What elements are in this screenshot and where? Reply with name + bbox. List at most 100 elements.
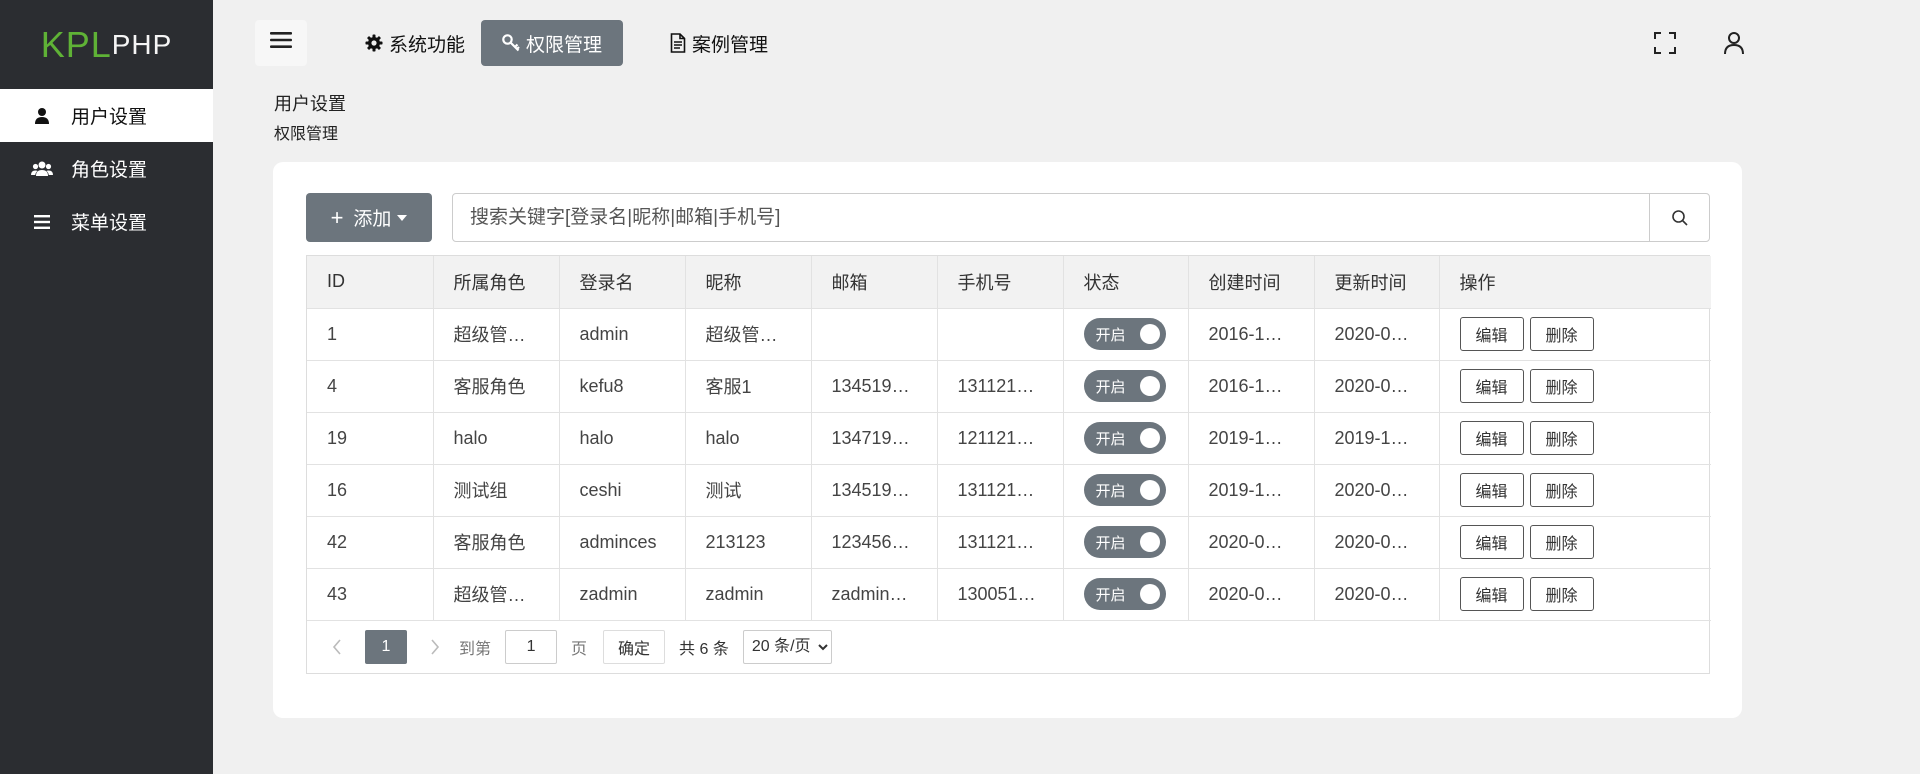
table-row: 4 客服角色 kefu8 客服1 134519… 131121… 开启 2016-1… 2020… <box>307 360 1711 413</box>
status-toggle-label: 开启 <box>1095 430 1126 448</box>
search-input[interactable] <box>453 194 1649 241</box>
sidebar-item-label: 用户设置 <box>71 107 148 128</box>
edit-button[interactable]: 编辑 <box>1459 525 1524 559</box>
main-card: + 添加 ID 所属角色 登录名 昵称 邮箱 手机号 <box>273 162 1742 718</box>
cell-phone: 131121… <box>937 516 1064 569</box>
table-row: 42 客服角色 adminces 213123 123456… 131121… 开启 2020… <box>307 516 1711 569</box>
app-logo[interactable]: KPL PHP <box>0 0 213 89</box>
status-toggle[interactable]: 开启 <box>1083 578 1166 610</box>
next-page-button[interactable] <box>425 638 445 655</box>
plus-icon: + <box>330 204 344 230</box>
table-row: 1 超级管… admin 超级管… 开启 2016-1… 2020-0… 编辑 删除 <box>307 308 1711 361</box>
edit-button[interactable]: 编辑 <box>1459 369 1524 403</box>
sidebar-item-user-settings[interactable]: 用户设置 <box>0 89 213 142</box>
cell-nickname: zadmin <box>685 568 812 621</box>
fullscreen-button[interactable] <box>1647 25 1683 61</box>
page-number-current[interactable]: 1 <box>365 629 407 664</box>
chevron-right-icon <box>431 638 440 655</box>
gear-icon <box>365 34 383 52</box>
toggle-knob <box>1139 376 1160 396</box>
delete-button[interactable]: 删除 <box>1529 369 1594 403</box>
cell-updated: 2020-0… <box>1314 308 1440 361</box>
column-header-email[interactable]: 邮箱 <box>811 256 938 309</box>
column-header-id[interactable]: ID <box>307 256 434 309</box>
nav-case-management[interactable]: 案例管理 <box>649 20 789 66</box>
status-toggle-label: 开启 <box>1095 482 1126 500</box>
status-toggle[interactable]: 开启 <box>1083 318 1166 350</box>
delete-button[interactable]: 删除 <box>1529 577 1594 611</box>
goto-page-input[interactable] <box>505 629 558 664</box>
sidebar-item-role-settings[interactable]: 角色设置 <box>0 142 213 195</box>
cell-login: kefu8 <box>559 360 686 413</box>
cell-email: zadmin… <box>811 568 938 621</box>
cell-status: 开启 <box>1063 464 1189 517</box>
cell-updated: 2020-0… <box>1314 464 1440 517</box>
cell-login: ceshi <box>559 464 686 517</box>
menu-toggle-button[interactable] <box>255 20 307 66</box>
status-toggle-label: 开启 <box>1095 378 1126 396</box>
nav-permission-management[interactable]: 权限管理 <box>481 20 623 66</box>
user-profile-button[interactable] <box>1716 25 1752 61</box>
breadcrumb-level2: 权限管理 <box>274 126 339 143</box>
sidebar: KPL PHP 用户设置 角色设置 菜单设置 <box>0 0 213 774</box>
cell-status: 开启 <box>1063 516 1189 569</box>
toggle-knob <box>1139 584 1160 604</box>
delete-button[interactable]: 删除 <box>1529 421 1594 455</box>
column-header-status[interactable]: 状态 <box>1063 256 1189 309</box>
fullscreen-icon <box>1654 32 1676 54</box>
cell-id: 4 <box>307 360 434 413</box>
table-row: 16 测试组 ceshi 测试 134519… 131121… 开启 2019-1… 2020-… <box>307 464 1711 517</box>
page-size-select[interactable]: 20 条/页 <box>742 629 832 664</box>
delete-button[interactable]: 删除 <box>1529 473 1594 507</box>
cell-role: 超级管… <box>433 308 560 361</box>
column-header-login[interactable]: 登录名 <box>559 256 686 309</box>
document-icon <box>670 33 686 53</box>
cell-status: 开启 <box>1063 568 1189 621</box>
column-header-phone[interactable]: 手机号 <box>937 256 1064 309</box>
edit-button[interactable]: 编辑 <box>1459 317 1524 351</box>
search-button[interactable] <box>1649 194 1709 241</box>
cell-id: 16 <box>307 464 434 517</box>
cell-role: 客服角色 <box>433 516 560 569</box>
edit-button[interactable]: 编辑 <box>1459 421 1524 455</box>
column-header-role[interactable]: 所属角色 <box>433 256 560 309</box>
status-toggle[interactable]: 开启 <box>1083 370 1166 402</box>
column-header-nickname[interactable]: 昵称 <box>685 256 812 309</box>
status-toggle-label: 开启 <box>1095 586 1126 604</box>
toggle-knob <box>1139 324 1160 344</box>
goto-confirm-button[interactable]: 确定 <box>603 629 666 664</box>
add-dropdown-button[interactable]: + 添加 <box>306 193 432 242</box>
pagination: 1 到第 页 确定 共 6 条 20 条/页 <box>307 621 1709 673</box>
table-row: 43 超级管… zadmin zadmin zadmin… 130051… 开启 2020-0… <box>307 568 1711 621</box>
top-navbar: 系统功能 权限管理 案例管理 <box>213 0 1920 86</box>
edit-button[interactable]: 编辑 <box>1459 577 1524 611</box>
sidebar-item-menu-settings[interactable]: 菜单设置 <box>0 195 213 248</box>
cell-id: 42 <box>307 516 434 569</box>
cell-status: 开启 <box>1063 308 1189 361</box>
cell-created: 2019-1… <box>1188 412 1315 465</box>
status-toggle[interactable]: 开启 <box>1083 474 1166 506</box>
cell-phone <box>937 308 1064 361</box>
delete-button[interactable]: 删除 <box>1529 525 1594 559</box>
cell-status: 开启 <box>1063 360 1189 413</box>
column-header-created[interactable]: 创建时间 <box>1188 256 1315 309</box>
cell-nickname: 测试 <box>685 464 812 517</box>
delete-button[interactable]: 删除 <box>1529 317 1594 351</box>
key-icon <box>502 34 520 52</box>
sidebar-item-label: 角色设置 <box>71 160 148 181</box>
status-toggle[interactable]: 开启 <box>1083 422 1166 454</box>
table-row: 19 halo halo halo 134719… 121121… 开启 2019-1… 201… <box>307 412 1711 465</box>
nav-system-functions[interactable]: 系统功能 <box>345 20 485 66</box>
goto-label: 到第 <box>459 640 492 658</box>
cell-updated: 2020-0… <box>1314 516 1440 569</box>
column-header-updated[interactable]: 更新时间 <box>1314 256 1440 309</box>
cell-updated: 2019-1… <box>1314 412 1440 465</box>
cell-email: 134519… <box>811 464 938 517</box>
cell-role: 客服角色 <box>433 360 560 413</box>
cell-created: 2020-0… <box>1188 516 1315 569</box>
status-toggle[interactable]: 开启 <box>1083 526 1166 558</box>
cell-login: admin <box>559 308 686 361</box>
cell-actions: 编辑 删除 <box>1439 360 1711 413</box>
prev-page-button[interactable] <box>327 638 347 655</box>
edit-button[interactable]: 编辑 <box>1459 473 1524 507</box>
